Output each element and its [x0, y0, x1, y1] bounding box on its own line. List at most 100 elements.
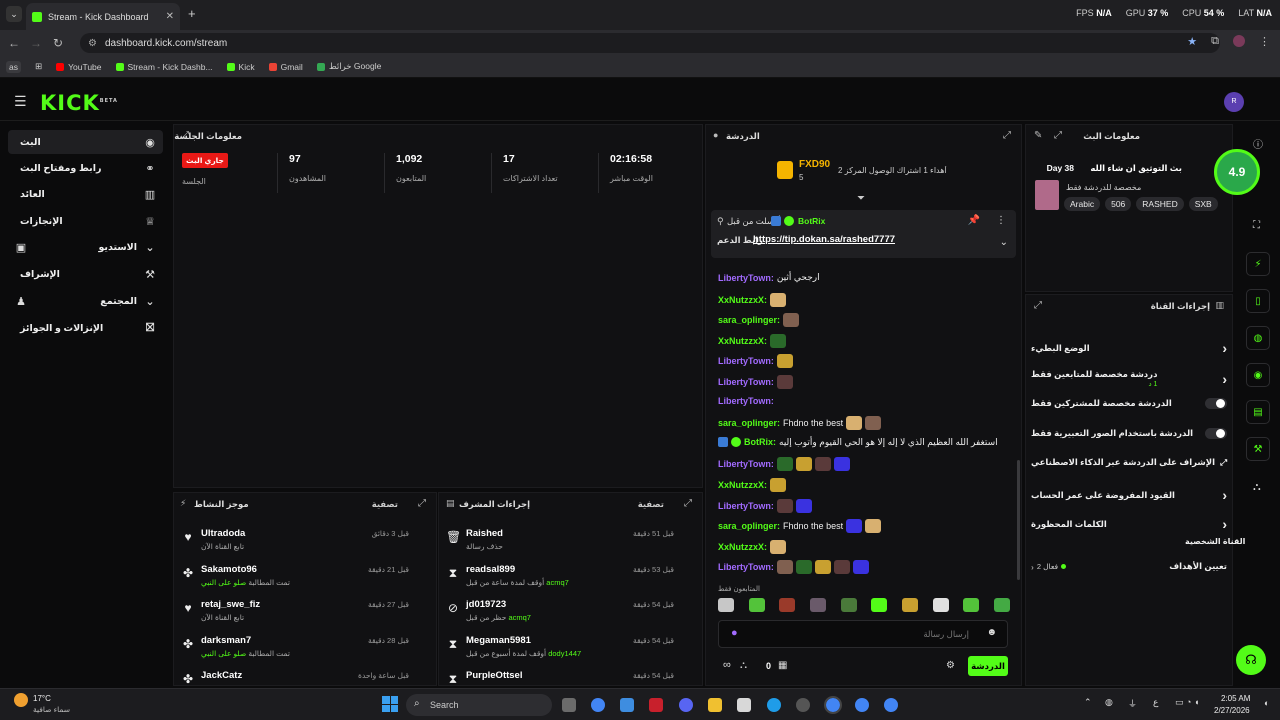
row-username[interactable]: retaj_swe_fiz [201, 599, 260, 610]
chat-message[interactable]: XxNutzzxX: [718, 292, 787, 307]
emote-icon[interactable] [840, 598, 857, 612]
chat-message[interactable]: LibertyTown: ارجحي أثين [718, 272, 820, 283]
chat-message[interactable]: LibertyTown: [718, 354, 793, 369]
chat-username[interactable]: XxNutzzxX: [718, 480, 767, 490]
row-username[interactable]: readsal899 [466, 564, 515, 575]
emote-icon[interactable] [718, 598, 734, 612]
chat-username[interactable]: sara_oplinger: [718, 315, 780, 325]
windows-start-icon[interactable] [382, 696, 398, 712]
back-icon[interactable]: ← [6, 36, 22, 50]
emote-icon[interactable] [779, 598, 796, 612]
chat-input[interactable]: ● إرسال رسالة ☻ [718, 620, 1008, 648]
channel-action-row[interactable]: الدردشة باستخدام الصور التعبيرية فقط [1031, 428, 1227, 439]
activity-row[interactable]: ✤ JackCatz قبل ساعة واحدة [171, 668, 421, 698]
tray-app-icon[interactable]: ◍ [1105, 697, 1113, 708]
gift-icon[interactable]: ▦ [778, 660, 787, 671]
chat-message[interactable]: BotRix: استغفر الله العظيم الذي لا إله إل… [718, 437, 998, 448]
channel-action-row[interactable]: الكلمات المحظورة › [1031, 516, 1227, 532]
chat-username[interactable]: LibertyTown: [718, 562, 774, 572]
mod-action-row[interactable]: ⊘ jd019723 حظر من قبل acmq7 قبل 54 دقيقة [436, 597, 686, 627]
mod-filter-button[interactable]: تصفية [638, 499, 664, 510]
support-chat-icon[interactable]: ☊ [1236, 645, 1266, 675]
close-tab-icon[interactable]: ✕ [166, 11, 174, 22]
popout-icon[interactable]: ⤢ [418, 498, 426, 509]
channel-action-row[interactable]: القيود المفروضة على عمر الحساب › [1031, 487, 1227, 503]
category-thumbnail[interactable] [1035, 180, 1059, 210]
edge-icon[interactable] [767, 698, 781, 712]
new-tab-button[interactable]: + [188, 6, 196, 21]
activity-row[interactable]: ♥ Ultradoda تابع القناة الآن قبل 3 دقائق [171, 526, 421, 556]
stream-category[interactable]: مخصصة للدردشة فقط [1066, 183, 1141, 192]
pinned-user[interactable]: BotRix [798, 216, 825, 226]
rail-panel-button[interactable]: ▯ [1246, 289, 1270, 313]
activity-row[interactable]: ✤ darksman7 تمت المطالبة صلو على النبي قبل … [171, 633, 421, 663]
unpin-icon[interactable]: 📌 [968, 215, 980, 226]
tab-search-button[interactable]: ⌄ [6, 6, 22, 22]
emote-icon[interactable] [963, 598, 980, 612]
menu-icon[interactable]: ⋮ [1259, 35, 1270, 48]
chevron-right-icon[interactable]: › [1222, 371, 1227, 387]
chevron-down-icon[interactable]: ⌄ [1000, 237, 1008, 248]
notifications-icon[interactable]: ◐ [1264, 698, 1269, 708]
chat-username[interactable]: XxNutzzxX: [718, 336, 767, 346]
acrobat-icon[interactable] [649, 698, 663, 712]
mic-icon[interactable]: ● [731, 627, 738, 639]
activity-row[interactable]: ✤ Sakamoto96 تمت المطالبة صلو على النبي قبل… [171, 562, 421, 592]
profile-chip[interactable]: as [6, 60, 21, 73]
chat-message[interactable]: sara_oplinger: Fhdno the best [718, 519, 882, 534]
store-icon[interactable] [737, 698, 751, 712]
apps-icon[interactable]: ⊞ [35, 61, 42, 72]
chat-message[interactable]: XxNutzzxX: [718, 539, 787, 554]
row-username[interactable]: Sakamoto96 [201, 564, 257, 575]
mic-tray-icon[interactable]: ⏚ [1128, 697, 1137, 710]
popout-icon[interactable]: ⤢ [1003, 130, 1011, 141]
chat-message[interactable]: XxNutzzxX: [718, 333, 787, 348]
external-link-icon[interactable]: ⤢ [1220, 457, 1227, 468]
health-score-badge[interactable]: 4.9 [1214, 149, 1260, 195]
tag-chip[interactable]: RASHED [1136, 197, 1184, 211]
chat-username[interactable]: LibertyTown: [718, 396, 774, 406]
mod-action-row[interactable]: ⧗ PurpleOttsel قبل 54 دقيقة [436, 668, 686, 698]
popout-icon[interactable]: ⤢ [684, 498, 692, 509]
user-avatar[interactable]: R [1224, 92, 1244, 112]
infinity-icon[interactable]: ∞ [723, 659, 731, 671]
bookmark-gmail[interactable]: Gmail [268, 62, 303, 72]
rail-broadcast-button[interactable]: ◉ [1246, 363, 1270, 387]
app-icon[interactable] [796, 698, 810, 712]
chevron-right-icon[interactable]: › [1222, 487, 1227, 503]
settings-gear-icon[interactable]: ⚙ [946, 660, 955, 671]
community-icon[interactable]: ⛬ [1253, 481, 1261, 494]
toggle-switch[interactable] [1205, 428, 1227, 439]
mod-action-row[interactable]: 🗑 Raished حذف رسالة قبل 51 دقيقة [436, 526, 686, 556]
collapse-icon[interactable]: ⏷ [857, 193, 865, 204]
emote-icon[interactable] [901, 598, 918, 612]
profile-avatar[interactable] [1233, 35, 1245, 47]
rail-chat-button[interactable]: ◍ [1246, 326, 1270, 350]
chrome-icon[interactable] [591, 698, 605, 712]
site-info-icon[interactable]: ⚙ [88, 38, 97, 49]
popout-icon[interactable]: ⤢ [1054, 130, 1062, 141]
discord-icon[interactable] [679, 698, 693, 712]
browser-tab[interactable]: Stream - Kick Dashboard ✕ [26, 3, 180, 30]
sidebar-item-revenue[interactable]: العائد ▥ [8, 182, 163, 206]
popout-icon[interactable]: ⤢ [1034, 300, 1042, 311]
pinned-link[interactable]: https://tip.dokan.sa/rashed7777 [753, 234, 895, 245]
weather-temp[interactable]: 17°C [33, 694, 51, 703]
reload-icon[interactable]: ↻ [50, 36, 66, 50]
sidebar-item-achievements[interactable]: الإنجازات ♕ [8, 209, 163, 233]
chat-message[interactable]: sara_oplinger: Fhdno the best [718, 416, 882, 431]
goals-row[interactable]: › فعال 2 تعيين الأهداف [1031, 561, 1227, 572]
clock-time[interactable]: 2:05 AM [1221, 694, 1250, 703]
chat-username[interactable]: XxNutzzxX: [718, 542, 767, 552]
kick-logo[interactable]: KICKBETA [40, 91, 118, 115]
chrome-active-icon[interactable] [824, 696, 842, 714]
channel-action-row[interactable]: الوضع البطيء › [1031, 340, 1227, 356]
row-username[interactable]: darksman7 [201, 635, 251, 646]
chat-message[interactable]: LibertyTown: [718, 396, 774, 406]
bookmark-kick[interactable]: Kick [226, 62, 255, 72]
language-icon[interactable]: ع [1153, 697, 1158, 708]
chat-message[interactable]: XxNutzzxX: [718, 478, 787, 492]
emote-icon[interactable] [748, 598, 765, 612]
hamburger-menu-icon[interactable]: ☰ [14, 93, 27, 110]
channel-action-row[interactable]: دردشة مخصصة للمتابعين فقط 1 د › [1031, 369, 1227, 388]
